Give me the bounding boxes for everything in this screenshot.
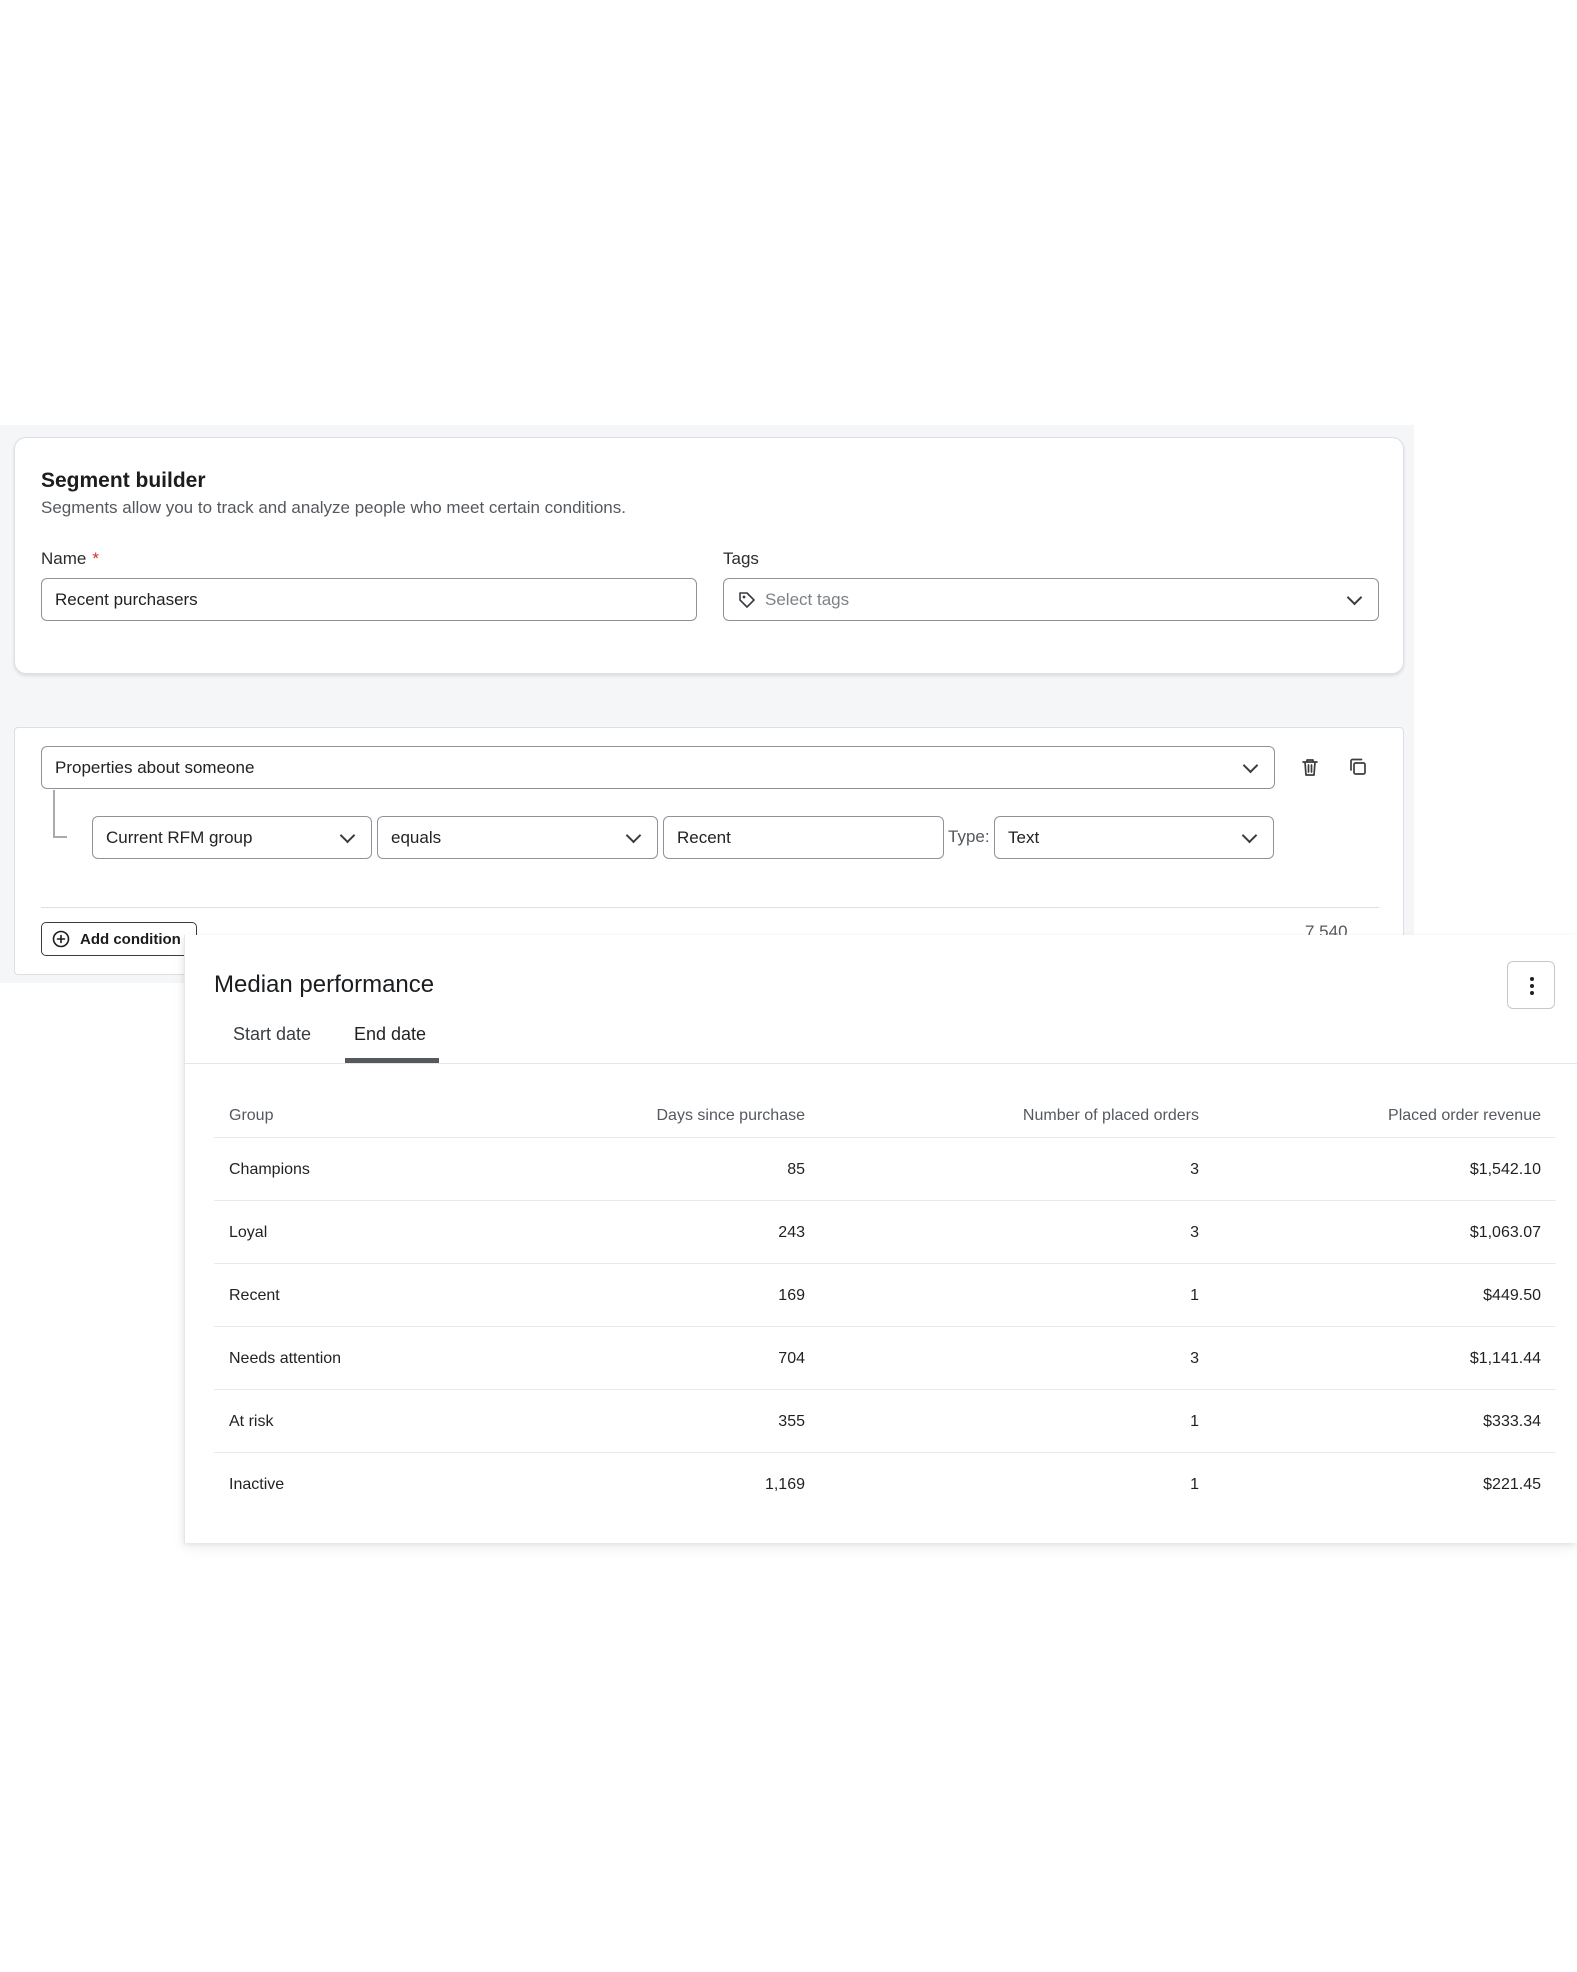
chevron-down-icon xyxy=(1346,589,1363,605)
cell-revenue: $1,542.10 xyxy=(1469,1161,1541,1178)
cell-orders: 1 xyxy=(1190,1287,1199,1304)
condition-tree-connector xyxy=(53,790,67,838)
definition-select-value: Properties about someone xyxy=(55,757,255,777)
row-rule xyxy=(214,1389,1556,1390)
row-rule xyxy=(214,1452,1556,1453)
cell-group: Inactive xyxy=(229,1476,285,1493)
segment-builder-subtitle: Segments allow you to track and analyze … xyxy=(41,498,626,517)
tags-placeholder: Select tags xyxy=(765,589,850,609)
cell-days: 355 xyxy=(778,1413,805,1430)
column-header-days: Days since purchase xyxy=(656,1107,805,1124)
more-options-button[interactable] xyxy=(1507,961,1555,1009)
property-select[interactable]: Current RFM group xyxy=(92,816,372,859)
divider xyxy=(41,907,1379,908)
cell-group: Recent xyxy=(229,1287,280,1304)
type-label: Type: xyxy=(948,827,990,846)
cell-orders: 3 xyxy=(1190,1161,1199,1178)
column-header-orders: Number of placed orders xyxy=(1022,1107,1199,1124)
median-performance-card: Median performance Start date End date G… xyxy=(184,935,1577,1543)
cell-days: 704 xyxy=(778,1350,805,1367)
cell-revenue: $1,141.44 xyxy=(1469,1350,1541,1367)
cell-days: 85 xyxy=(787,1161,805,1178)
cell-days: 169 xyxy=(778,1287,805,1304)
row-rule xyxy=(214,1263,1556,1264)
add-condition-label: Add condition xyxy=(80,930,181,948)
cell-group: Champions xyxy=(229,1161,310,1178)
cell-orders: 3 xyxy=(1190,1224,1199,1241)
add-condition-button[interactable]: Add condition xyxy=(41,922,197,956)
column-header-revenue: Placed order revenue xyxy=(1388,1107,1541,1124)
tag-icon xyxy=(739,591,755,608)
cell-revenue: $1,063.07 xyxy=(1469,1224,1541,1241)
segment-builder-card: Segment builder Segments allow you to tr… xyxy=(14,437,1404,674)
segment-builder-title: Segment builder xyxy=(41,469,206,492)
median-performance-title: Median performance xyxy=(214,971,435,998)
plus-circle-icon xyxy=(52,930,70,948)
type-select[interactable]: Text xyxy=(994,816,1274,859)
name-input[interactable]: Recent purchasers xyxy=(41,578,697,621)
cell-days: 243 xyxy=(778,1224,805,1241)
chevron-down-icon xyxy=(1241,827,1258,843)
tags-label: Tags xyxy=(723,549,759,568)
trash-icon[interactable] xyxy=(1297,754,1323,780)
cell-revenue: $221.45 xyxy=(1483,1476,1541,1493)
tags-select[interactable]: Select tags xyxy=(723,578,1379,621)
definition-select[interactable]: Properties about someone xyxy=(41,746,1275,789)
name-input-value: Recent purchasers xyxy=(55,589,198,609)
row-rule xyxy=(214,1200,1556,1201)
cell-group: Loyal xyxy=(229,1224,268,1241)
duplicate-icon[interactable] xyxy=(1345,754,1371,780)
cell-orders: 1 xyxy=(1190,1476,1199,1493)
chevron-down-icon xyxy=(625,827,642,843)
operator-select-value: equals xyxy=(391,827,442,847)
name-label: Name * xyxy=(41,549,99,568)
tab-end-date[interactable]: End date xyxy=(354,1024,426,1045)
cell-revenue: $449.50 xyxy=(1483,1287,1541,1304)
cell-group: At risk xyxy=(229,1413,274,1430)
chevron-down-icon xyxy=(339,827,356,843)
cell-days: 1,169 xyxy=(764,1476,805,1493)
value-input[interactable]: Recent xyxy=(663,816,944,859)
operator-select[interactable]: equals xyxy=(377,816,658,859)
column-header-group: Group xyxy=(229,1107,274,1124)
cell-orders: 3 xyxy=(1190,1350,1199,1367)
type-select-value: Text xyxy=(1008,827,1040,847)
chevron-down-icon xyxy=(1242,757,1259,773)
cell-revenue: $333.34 xyxy=(1483,1413,1541,1430)
tab-start-date[interactable]: Start date xyxy=(233,1024,311,1045)
value-input-value: Recent xyxy=(677,827,731,847)
row-rule xyxy=(214,1326,1556,1327)
property-select-value: Current RFM group xyxy=(106,827,253,847)
required-marker: * xyxy=(92,549,99,568)
cell-orders: 1 xyxy=(1190,1413,1199,1430)
header-rule xyxy=(214,1137,1556,1138)
cell-group: Needs attention xyxy=(229,1350,342,1367)
tabs-divider xyxy=(185,1063,1577,1064)
